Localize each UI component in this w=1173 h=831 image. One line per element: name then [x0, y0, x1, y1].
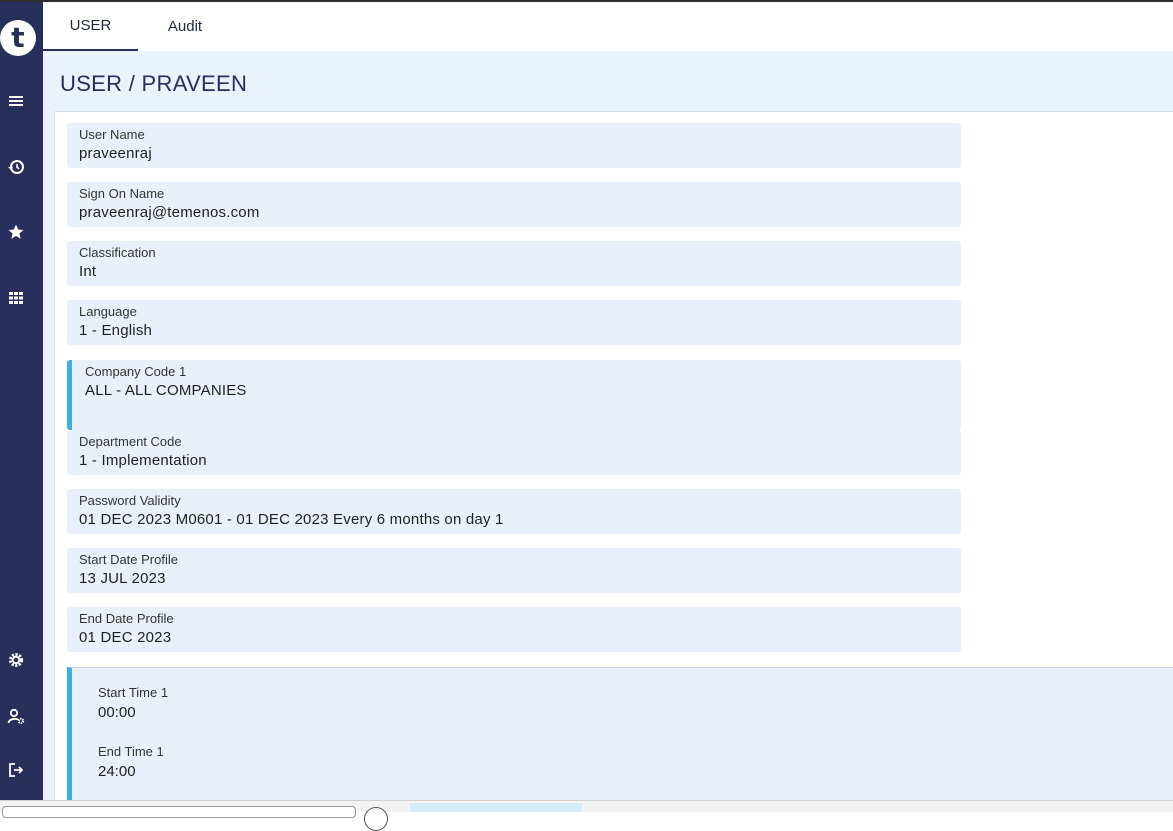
field-language[interactable]: Language 1 - English — [67, 300, 961, 345]
field-value: Int — [79, 263, 97, 280]
field-start-date-profile[interactable]: Start Date Profile 13 JUL 2023 — [67, 548, 961, 593]
time-group: Start Time 1 00:00 End Time 1 24:00 — [67, 667, 1173, 802]
field-value: 13 JUL 2023 — [79, 570, 166, 587]
field-value: 01 DEC 2023 M0601 - 01 DEC 2023 Every 6 … — [79, 511, 504, 528]
field-password-validity[interactable]: Password Validity 01 DEC 2023 M0601 - 01… — [67, 489, 961, 534]
settings-icon[interactable] — [6, 650, 26, 670]
field-value: 1 - Implementation — [79, 452, 207, 469]
field-value: 1 - English — [79, 322, 153, 339]
bottom-input[interactable] — [2, 806, 356, 818]
field-end-date-profile[interactable]: End Date Profile 01 DEC 2023 — [67, 607, 961, 652]
star-icon[interactable] — [6, 222, 26, 242]
field-label: Department Code — [79, 434, 182, 449]
sidebar: t — [0, 2, 43, 800]
temenos-logo[interactable]: t — [0, 20, 36, 56]
field-label: Sign On Name — [79, 186, 165, 201]
main-content: USER / PRAVEEN User Name praveenraj Sign… — [43, 51, 1173, 802]
start-time-value[interactable]: 00:00 — [98, 704, 136, 721]
end-time-value[interactable]: 24:00 — [98, 763, 136, 780]
field-label: Company Code 1 — [85, 364, 187, 379]
field-label: Password Validity — [79, 493, 181, 508]
field-label: User Name — [79, 127, 145, 142]
field-sign-on-name[interactable]: Sign On Name praveenraj@temenos.com — [67, 182, 961, 227]
end-time-label: End Time 1 — [98, 744, 164, 759]
start-time-label: Start Time 1 — [98, 685, 169, 700]
field-user-name[interactable]: User Name praveenraj — [67, 123, 961, 168]
user-settings-icon[interactable] — [6, 706, 26, 726]
page-title: USER / PRAVEEN — [60, 71, 248, 96]
logo-letter: t — [11, 21, 25, 54]
menu-icon[interactable] — [6, 91, 26, 111]
tab-audit[interactable]: Audit — [138, 2, 232, 51]
grid-icon[interactable] — [6, 288, 26, 308]
tab-user[interactable]: USER — [43, 2, 138, 51]
field-department-code[interactable]: Department Code 1 - Implementation — [67, 430, 961, 475]
history-icon[interactable] — [6, 157, 26, 177]
field-label: Language — [79, 304, 137, 319]
field-company-code-1[interactable]: Company Code 1 ALL - ALL COMPANIES — [67, 360, 961, 430]
record-panel: User Name praveenraj Sign On Name pravee… — [54, 111, 1173, 802]
field-value: praveenraj — [79, 145, 152, 162]
field-value: praveenraj@temenos.com — [79, 204, 260, 221]
field-label: Start Date Profile — [79, 552, 178, 567]
logout-icon[interactable] — [6, 760, 26, 780]
field-label: Classification — [79, 245, 156, 260]
field-value: ALL - ALL COMPANIES — [85, 382, 247, 399]
field-value: 01 DEC 2023 — [79, 629, 172, 646]
field-classification[interactable]: Classification Int — [67, 241, 961, 286]
tab-bar: USER Audit — [43, 2, 1173, 52]
field-label: End Date Profile — [79, 611, 174, 626]
bottom-bar — [0, 800, 1173, 831]
